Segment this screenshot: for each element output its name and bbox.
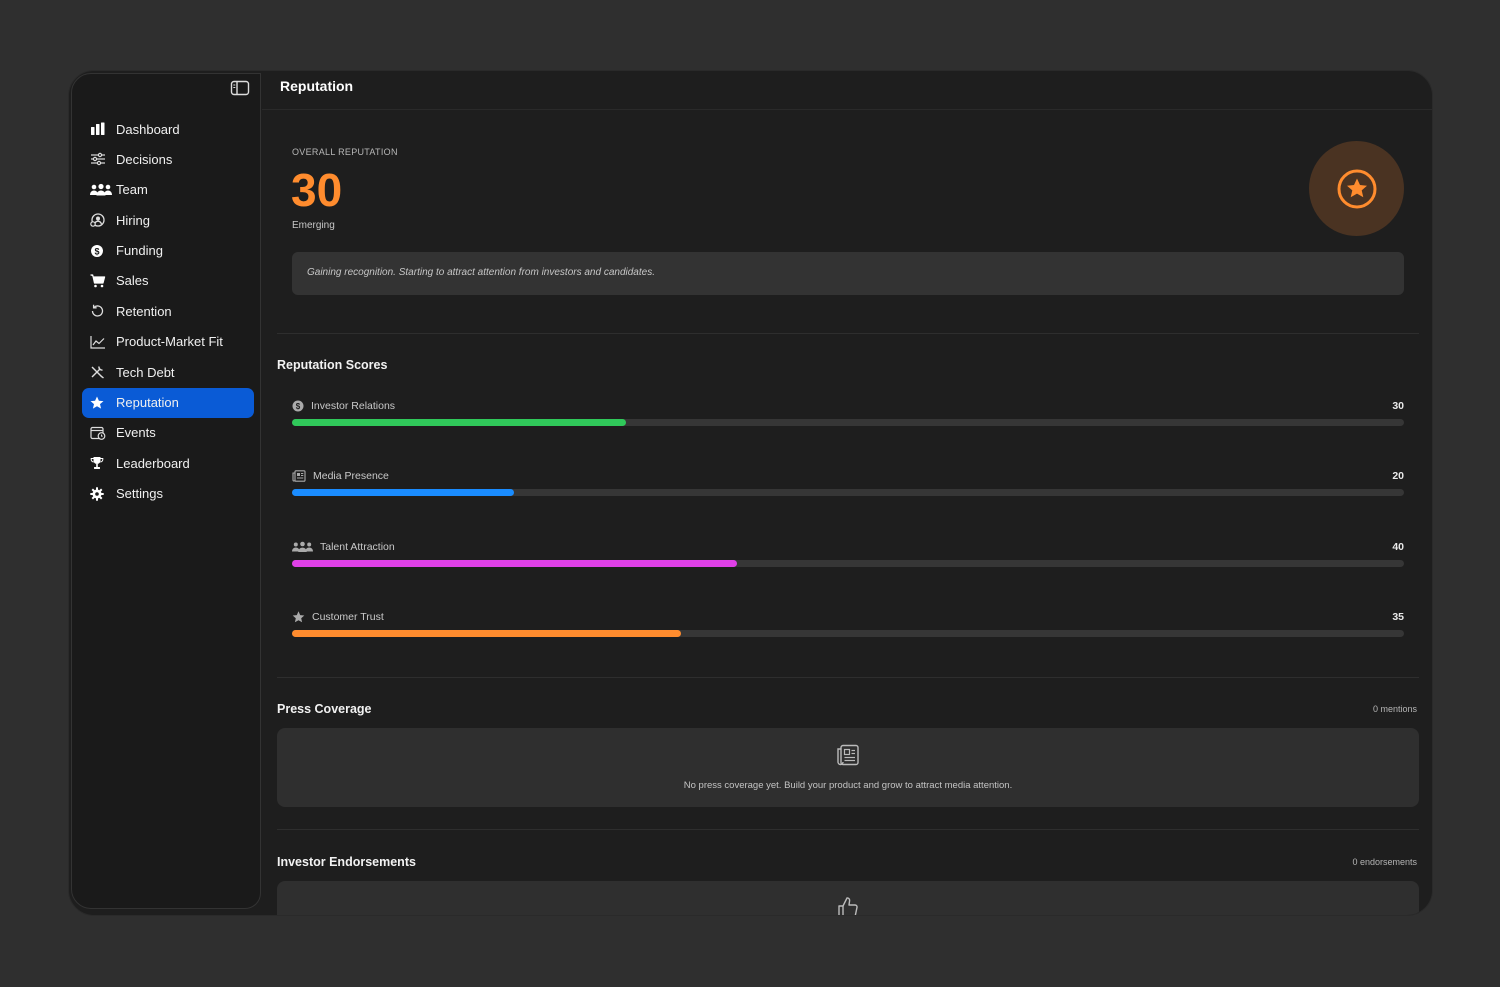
sidebar-item-hiring[interactable]: Hiring xyxy=(82,205,254,235)
endorsements-count: 0 endorsements xyxy=(1352,857,1417,867)
sidebar-item-settings[interactable]: Settings xyxy=(82,479,254,509)
sidebar: Dashboard Decisions Team Hiring $ Fundin… xyxy=(71,73,261,909)
sidebar-item-retention[interactable]: Retention xyxy=(82,296,254,326)
score-value: 20 xyxy=(1392,470,1404,482)
score-bar-fill xyxy=(292,489,515,496)
sidebar-item-label: Events xyxy=(116,425,156,441)
press-empty-state: No press coverage yet. Build your produc… xyxy=(277,728,1419,807)
people-icon xyxy=(292,541,313,553)
sidebar-item-sales[interactable]: Sales xyxy=(82,266,254,296)
tools-icon xyxy=(90,364,112,380)
sidebar-item-label: Sales xyxy=(116,273,149,289)
sidebar-item-label: Retention xyxy=(116,303,172,319)
score-investor-relations: $ Investor Relations 30 xyxy=(292,400,1404,440)
main-content: Reputation OVERALL REPUTATION 30 Emergin… xyxy=(262,71,1432,915)
sidebar-item-label: Hiring xyxy=(116,212,150,228)
sidebar-item-leaderboard[interactable]: Leaderboard xyxy=(82,448,254,478)
reputation-scores-title: Reputation Scores xyxy=(277,358,388,372)
sidebar-item-label: Product-Market Fit xyxy=(116,334,223,350)
svg-text:$: $ xyxy=(94,246,99,256)
score-track xyxy=(292,630,1404,637)
sidebar-item-reputation[interactable]: Reputation xyxy=(82,387,254,418)
score-bar-fill xyxy=(292,560,737,567)
score-track xyxy=(292,489,1404,496)
endorsements-empty-state xyxy=(277,881,1419,915)
score-bar-fill xyxy=(292,419,626,426)
score-bar-fill xyxy=(292,630,682,637)
line-chart-icon xyxy=(90,334,112,350)
sidebar-nav: Dashboard Decisions Team Hiring $ Fundin… xyxy=(82,114,254,509)
score-track xyxy=(292,419,1404,426)
trophy-icon xyxy=(90,455,112,471)
sidebar-item-label: Tech Debt xyxy=(116,364,175,380)
sidebar-item-label: Decisions xyxy=(116,151,173,167)
sidebar-item-dashboard[interactable]: Dashboard xyxy=(82,114,254,144)
cart-icon xyxy=(90,273,112,289)
reputation-description: Gaining recognition. Starting to attract… xyxy=(292,252,1404,295)
dollar-icon: $ xyxy=(292,400,304,412)
sidebar-item-label: Dashboard xyxy=(116,121,180,137)
sliders-icon xyxy=(90,151,112,167)
sidebar-item-decisions[interactable]: Decisions xyxy=(82,144,254,174)
score-label: Customer Trust xyxy=(312,611,384,623)
sidebar-item-funding[interactable]: $ Funding xyxy=(82,236,254,266)
refresh-icon xyxy=(90,303,112,319)
thumbs-up-icon xyxy=(277,896,1419,915)
score-label: Talent Attraction xyxy=(320,541,395,553)
people-icon xyxy=(90,182,112,198)
svg-text:$: $ xyxy=(296,402,301,411)
sidebar-item-events[interactable]: Events xyxy=(82,418,254,448)
score-value: 30 xyxy=(1392,400,1404,412)
bar-chart-icon xyxy=(90,121,112,137)
overall-reputation-value: 30 xyxy=(291,164,343,216)
dollar-icon: $ xyxy=(90,243,112,259)
star-icon xyxy=(90,395,112,411)
score-track xyxy=(292,560,1404,567)
score-label: Media Presence xyxy=(313,470,389,482)
sidebar-item-label: Reputation xyxy=(116,395,179,411)
score-value: 35 xyxy=(1392,611,1404,623)
newspaper-icon xyxy=(292,470,306,482)
page-title: Reputation xyxy=(280,78,354,94)
section-divider xyxy=(277,333,1419,334)
header-divider xyxy=(262,109,1432,110)
sidebar-toggle-icon[interactable] xyxy=(230,80,250,96)
press-empty-message: No press coverage yet. Build your produc… xyxy=(683,780,1013,791)
calendar-clock-icon xyxy=(90,425,112,441)
overall-reputation-label: OVERALL REPUTATION xyxy=(292,147,398,157)
sidebar-item-label: Funding xyxy=(116,243,163,259)
score-talent-attraction: Talent Attraction 40 xyxy=(292,541,1404,581)
sidebar-item-team[interactable]: Team xyxy=(82,175,254,205)
sidebar-item-tech-debt[interactable]: Tech Debt xyxy=(82,357,254,387)
score-customer-trust: Customer Trust 35 xyxy=(292,611,1404,651)
reputation-tier: Emerging xyxy=(292,220,335,231)
sidebar-item-label: Settings xyxy=(116,486,163,502)
person-search-icon xyxy=(90,212,112,228)
investor-endorsements-title: Investor Endorsements xyxy=(277,855,416,869)
sidebar-item-product-market-fit[interactable]: Product-Market Fit xyxy=(82,327,254,357)
press-count: 0 mentions xyxy=(1372,704,1417,714)
newspaper-icon xyxy=(277,744,1419,768)
press-coverage-title: Press Coverage xyxy=(277,702,372,716)
reputation-badge xyxy=(1309,141,1404,236)
section-divider xyxy=(277,829,1419,830)
section-divider xyxy=(277,677,1419,678)
sidebar-item-label: Leaderboard xyxy=(116,455,190,471)
star-icon xyxy=(292,611,305,623)
score-media-presence: Media Presence 20 xyxy=(292,470,1404,510)
score-value: 40 xyxy=(1392,541,1404,553)
sidebar-item-label: Team xyxy=(116,182,148,198)
star-circle-icon xyxy=(1337,169,1376,208)
app-window: Dashboard Decisions Team Hiring $ Fundin… xyxy=(68,70,1433,916)
score-label: Investor Relations xyxy=(311,400,396,412)
gear-icon xyxy=(90,486,112,502)
